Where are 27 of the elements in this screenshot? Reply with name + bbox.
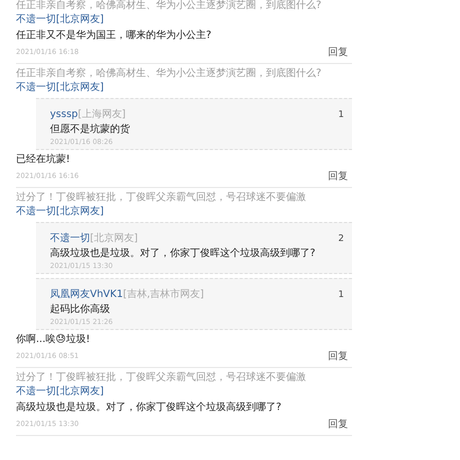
reply-link[interactable]: 回复 [328, 169, 348, 183]
comment-text: 你啊...唉😓垃圾! [16, 333, 91, 346]
reply-author: 凤凰网友VhVK1 [50, 289, 123, 300]
reply-link[interactable]: 回复 [328, 45, 348, 59]
reply-text: 但愿不是坑蒙的货 [50, 123, 131, 136]
reply-link[interactable]: 回复 [328, 417, 348, 431]
reply-floor-number: 2 [338, 234, 344, 244]
author-name: 不遗一切[北京网友] [16, 205, 105, 218]
reply-location: [北京网友] [90, 233, 138, 244]
reply-location: [吉林,吉林市网友] [122, 289, 204, 300]
reply-text: 高级垃圾也是垃圾。对了，你家丁俊晖这个垃圾高级到哪了? [50, 247, 316, 260]
reply-author: ysssp [50, 109, 78, 120]
post-title: 任正非亲自考察，哈佛高材生、华为小公主逐梦演艺圈，到底图什么? [16, 67, 322, 81]
author-name: 不遗一切[北京网友] [16, 13, 105, 26]
reply-author: 不遗一切 [50, 233, 90, 244]
author-name: 不遗一切[北京网友] [16, 385, 105, 398]
post-title: 过分了！丁俊晖被狂批，丁俊晖父亲霸气回怼，号召球迷不要偏激 [16, 191, 307, 205]
reply-link[interactable]: 回复 [328, 349, 348, 363]
reply-floor-number: 1 [338, 110, 344, 120]
post-title: 过分了！丁俊晖被狂批，丁俊晖父亲霸气回怼，号召球迷不要偏激 [16, 371, 307, 385]
comment-text: 任正非又不是华为国王，哪来的华为小公主? [16, 29, 212, 42]
reply-text: 起码比你高级 [50, 303, 111, 316]
author-name: 不遗一切[北京网友] [16, 81, 105, 94]
reply-floor-number: 1 [338, 290, 344, 300]
comment-text: 已经在坑蒙! [16, 153, 72, 166]
reply-location: [上海网友] [78, 109, 126, 120]
comment-text: 高级垃圾也是垃圾。对了，你家丁俊晖这个垃圾高级到哪了? [16, 401, 282, 414]
